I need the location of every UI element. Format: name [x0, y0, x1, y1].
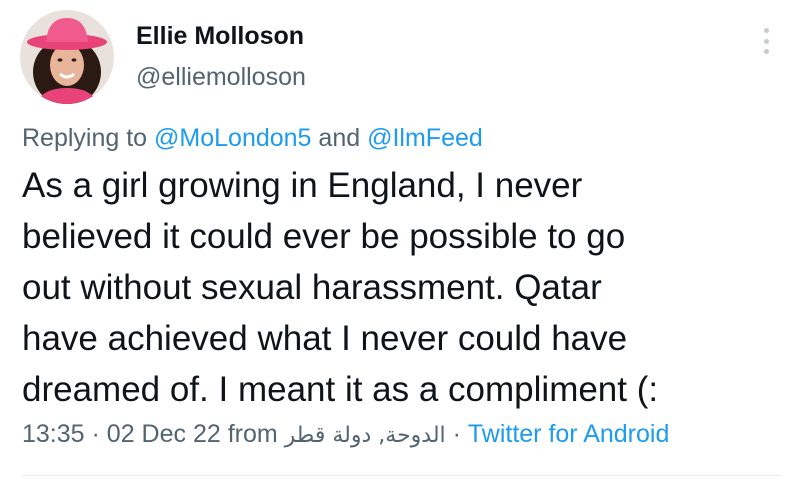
divider [22, 475, 780, 476]
replying-to-line: Replying to @MoLondon5 and @IlmFeed [22, 124, 483, 153]
tweet-text-line: have achieved what I never could have [22, 319, 628, 358]
tweet-metadata: 13:35 · 02 Dec 22 from الدوحة, دولة قطر … [22, 420, 669, 449]
tweet-time[interactable]: 13:35 [22, 420, 85, 448]
tweet-location[interactable]: الدوحة, دولة قطر [285, 423, 446, 448]
mention-link-ilmfeed[interactable]: @IlmFeed [367, 124, 483, 152]
author-name[interactable]: Ellie Molloson [136, 22, 304, 51]
replying-to-label: Replying to [22, 124, 148, 152]
meta-separator: · [452, 420, 461, 448]
more-vertical-icon[interactable] [752, 26, 780, 56]
tweet-date[interactable]: 02 Dec 22 [107, 420, 221, 448]
avatar-image [20, 10, 114, 104]
from-label: from [227, 420, 278, 448]
mention-link-molondon5[interactable]: @MoLondon5 [154, 124, 311, 152]
tweet-card: Ellie Molloson @elliemolloson Replying t… [0, 0, 800, 491]
more-dot [763, 28, 769, 33]
tweet-text-line: believed it could ever be possible to go [22, 217, 626, 256]
more-dot [763, 38, 769, 44]
author-handle[interactable]: @elliemolloson [136, 63, 306, 92]
tweet-source-link[interactable]: Twitter for Android [468, 420, 669, 448]
tweet-text-line: As a girl growing in England, I never [22, 166, 583, 205]
tweet-text: As a girl growing in England, I never be… [22, 160, 792, 415]
avatar[interactable] [20, 10, 114, 104]
meta-separator: · [91, 420, 100, 448]
replying-conjunction: and [318, 124, 361, 152]
tweet-text-line: out without sexual harassment. Qatar [22, 268, 602, 307]
tweet-text-line: dreamed of. I meant it as a compliment (… [22, 370, 659, 409]
more-dot [763, 49, 769, 54]
